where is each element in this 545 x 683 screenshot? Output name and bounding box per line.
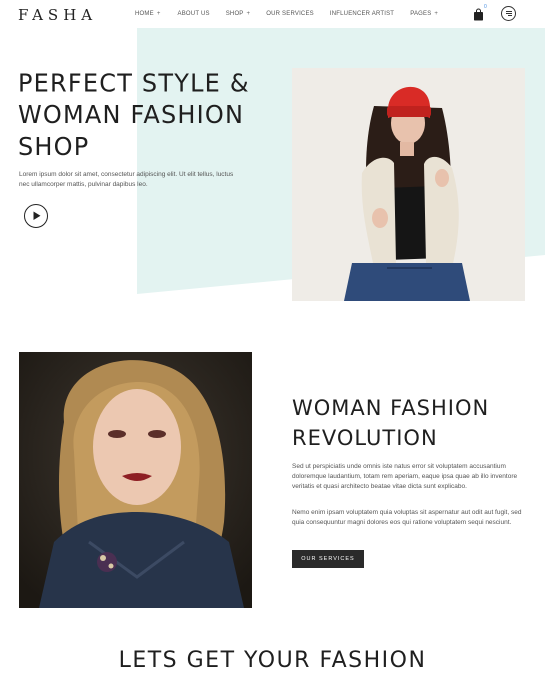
revolution-title-line: REVOLUTION bbox=[292, 426, 438, 450]
hero-title-line: WOMAN FASHION bbox=[18, 100, 245, 130]
nav-item-label: INFLUENCER ARTIST bbox=[329, 11, 395, 17]
main-nav: HOME + ABOUT US SHOP + OUR SERVICES INFLUE… bbox=[135, 11, 438, 17]
nav-item-label: SHOP bbox=[225, 11, 244, 17]
revolution-paragraph: Nemo enim ipsam voluptatem quia voluptas… bbox=[292, 509, 522, 526]
nav-item-label: PAGES bbox=[410, 11, 432, 17]
our-services-button[interactable]: OUR SERVICES bbox=[292, 550, 364, 568]
play-icon bbox=[33, 211, 41, 220]
nav-item-label: ABOUT US bbox=[177, 11, 210, 17]
nav-item-services[interactable]: OUR SERVICES bbox=[266, 11, 314, 17]
nav-item-pages[interactable]: PAGES + bbox=[410, 11, 438, 17]
nav-item-home[interactable]: HOME + bbox=[135, 11, 161, 17]
hero-title: PERFECT STYLE & WOMAN FASHION SHOP bbox=[18, 68, 278, 163]
shopping-bag-icon[interactable] bbox=[473, 8, 484, 21]
woman-portrait-photo bbox=[19, 352, 252, 608]
hamburger-menu-icon[interactable] bbox=[501, 6, 516, 21]
nav-item-label: HOME bbox=[135, 11, 154, 17]
cart-count-badge: 0 bbox=[484, 4, 487, 10]
hero-title-line: PERFECT STYLE & bbox=[18, 69, 250, 98]
nav-item-influencer[interactable]: INFLUENCER ARTIST bbox=[330, 11, 394, 17]
nav-item-about[interactable]: ABOUT US bbox=[178, 11, 210, 17]
nav-item-shop[interactable]: SHOP + bbox=[226, 11, 251, 17]
revolution-title-line: WOMAN FASHION bbox=[292, 396, 490, 420]
section-title: LETS GET YOUR FASHION bbox=[118, 648, 427, 673]
nav-item-label: OUR SERVICES bbox=[266, 11, 314, 17]
revolution-title: WOMAN FASHION REVOLUTION bbox=[292, 393, 532, 453]
nav-expand-icon: + bbox=[156, 11, 161, 17]
nav-expand-icon: + bbox=[434, 11, 439, 17]
hero-title-line: SHOP bbox=[18, 132, 90, 161]
hero-model-photo bbox=[292, 68, 525, 301]
play-video-button[interactable] bbox=[24, 204, 48, 228]
hero-description: Lorem ipsum dolor sit amet, consectetur … bbox=[19, 171, 234, 188]
revolution-paragraph: Sed ut perspiciatis unde omnis iste natu… bbox=[292, 463, 518, 490]
brand-logo[interactable]: FASHA bbox=[18, 6, 97, 24]
nav-expand-icon: + bbox=[246, 11, 251, 17]
